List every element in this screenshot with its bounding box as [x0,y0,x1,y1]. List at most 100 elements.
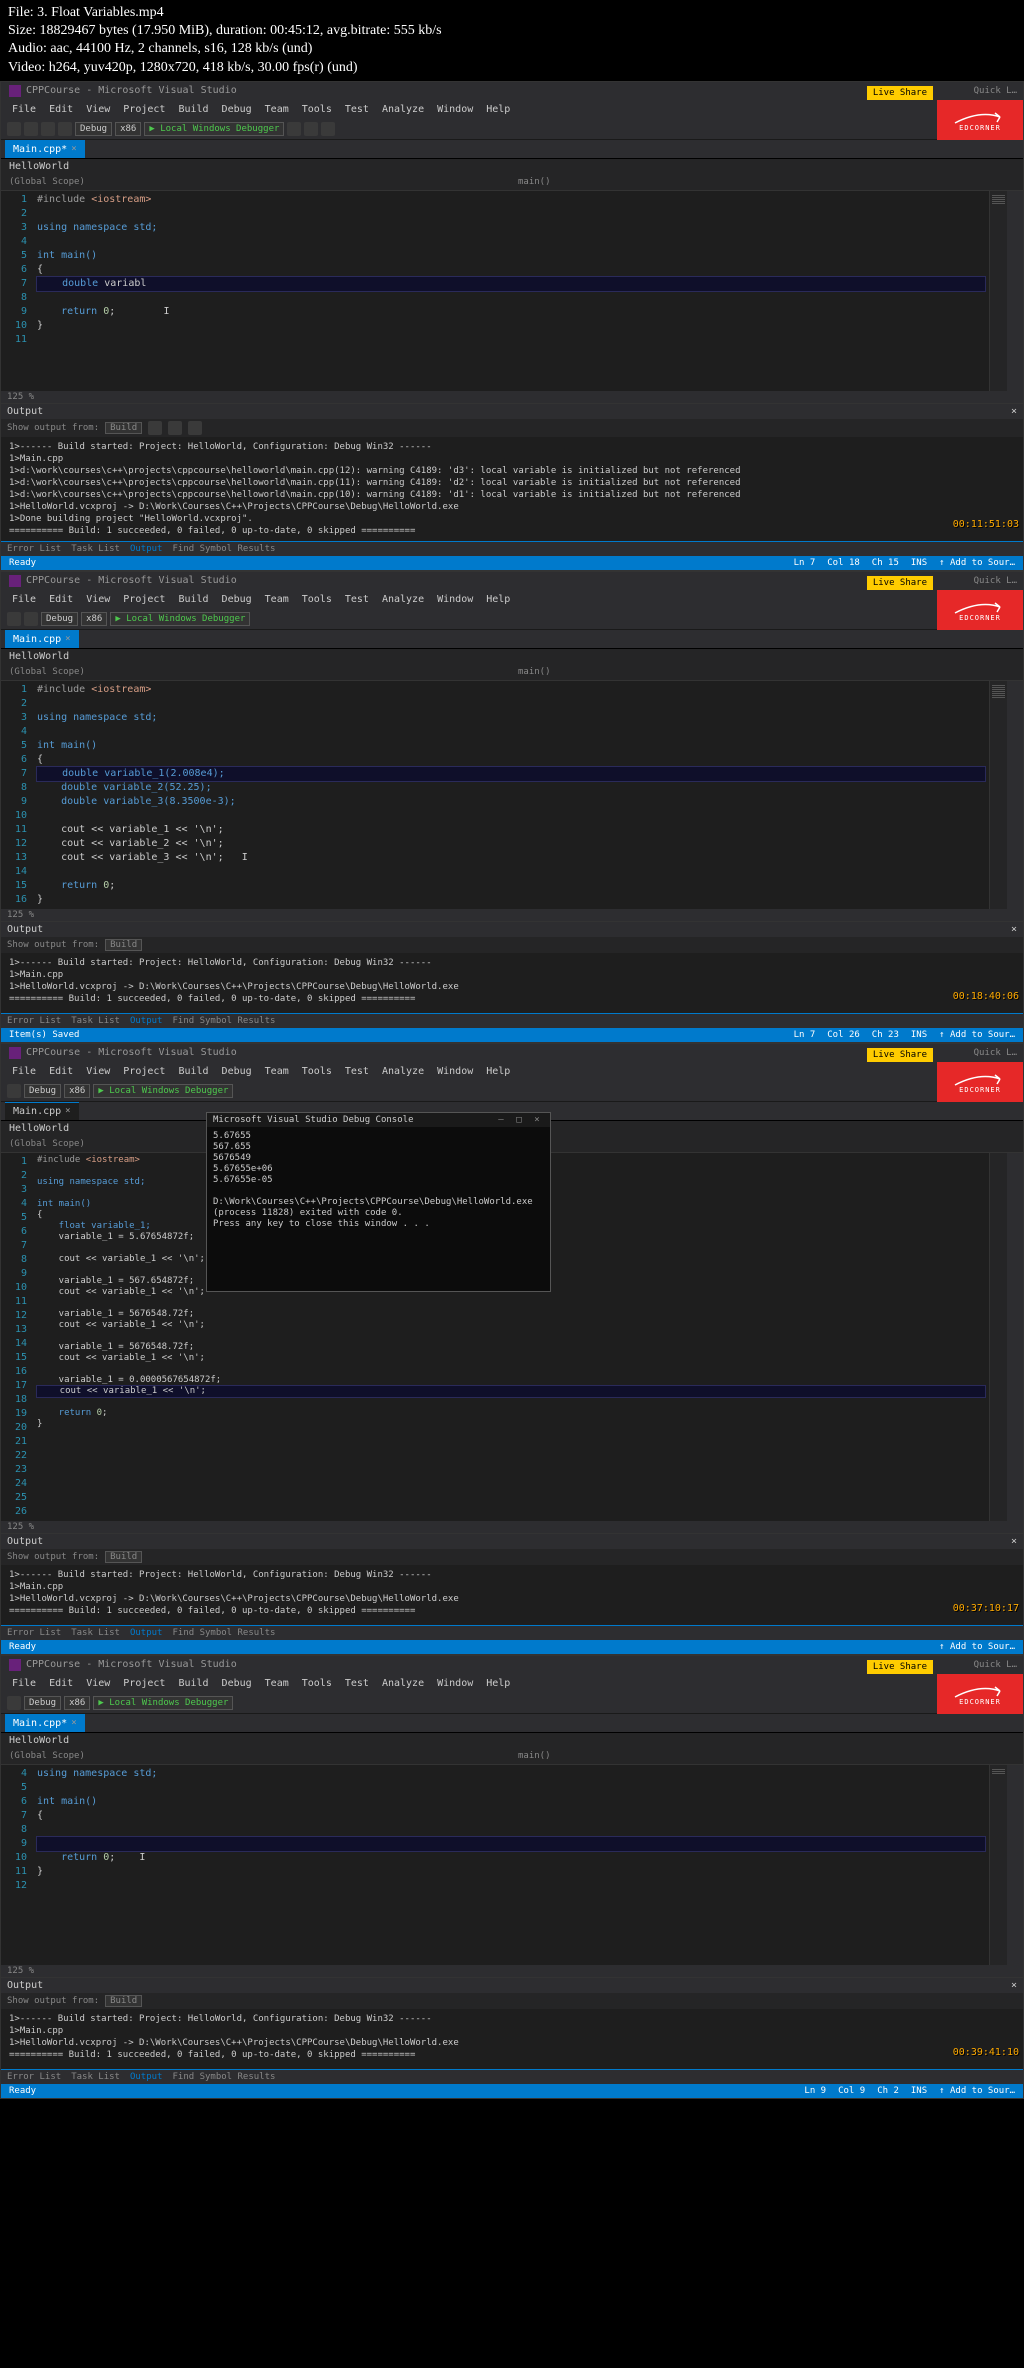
menu-team[interactable]: Team [260,592,294,607]
menu-window[interactable]: Window [432,102,478,117]
scope-global[interactable]: (Global Scope) [3,666,512,678]
menu-team[interactable]: Team [260,1676,294,1691]
minimap[interactable] [989,1765,1007,1965]
menu-build[interactable]: Build [173,1064,213,1079]
output-source-dropdown[interactable]: Build [105,422,142,434]
menu-test[interactable]: Test [340,1676,374,1691]
scope-global[interactable]: (Global Scope) [3,176,512,188]
tab-errorlist[interactable]: Error List [7,1016,61,1026]
debug-console-window[interactable]: Microsoft Visual Studio Debug Console —□… [206,1112,551,1292]
live-share-button[interactable]: Live Share [867,576,933,590]
tab-tasklist[interactable]: Task List [71,2072,120,2082]
menu-window[interactable]: Window [432,1064,478,1079]
menu-analyze[interactable]: Analyze [377,592,429,607]
tab-tasklist[interactable]: Task List [71,544,120,554]
scope-main[interactable]: main() [512,1750,1021,1762]
menu-project[interactable]: Project [118,102,170,117]
quick-launch[interactable]: Quick L… [974,1048,1017,1058]
output-text[interactable]: 1>------ Build started: Project: HelloWo… [1,953,1023,1013]
nav-back-icon[interactable] [7,122,21,136]
file-tab-main[interactable]: Main.cpp× [5,630,79,648]
output-text[interactable]: 1>------ Build started: Project: HelloWo… [1,2009,1023,2069]
menu-file[interactable]: File [7,1676,41,1691]
menu-view[interactable]: View [81,1064,115,1079]
menu-tools[interactable]: Tools [297,102,337,117]
tool-icon[interactable] [321,122,335,136]
status-add[interactable]: ↑ Add to Sour… [939,1030,1015,1040]
tab-errorlist[interactable]: Error List [7,2072,61,2082]
output-source-dropdown[interactable]: Build [105,939,142,951]
save-all-icon[interactable] [58,122,72,136]
tool-icon[interactable] [188,421,202,435]
scope-global[interactable]: (Global Scope) [3,1750,512,1762]
zoom-indicator[interactable]: 125 % [1,1521,1023,1533]
code-area[interactable]: #include <iostream> using namespace std;… [33,191,989,391]
file-tab-main[interactable]: Main.cpp× [5,1102,79,1120]
menu-help[interactable]: Help [481,592,515,607]
menu-edit[interactable]: Edit [44,1064,78,1079]
code-area[interactable]: #include <iostream> using namespace std;… [33,681,989,909]
config-dropdown[interactable]: Debug [24,1696,61,1710]
close-icon[interactable]: × [71,144,76,154]
side-tabs[interactable] [1007,1765,1023,1965]
tool-icon[interactable] [304,122,318,136]
side-tabs[interactable] [1007,681,1023,909]
tab-findsymbol[interactable]: Find Symbol Results [172,1016,275,1026]
file-tab-main[interactable]: Main.cpp*× [5,1714,85,1732]
close-icon[interactable]: × [1011,924,1017,935]
file-tab-main[interactable]: Main.cpp* × [5,140,85,158]
tab-output[interactable]: Output [130,544,163,554]
platform-dropdown[interactable]: x86 [64,1084,90,1098]
tab-tasklist[interactable]: Task List [71,1016,120,1026]
menu-project[interactable]: Project [118,592,170,607]
menu-test[interactable]: Test [340,1064,374,1079]
menu-build[interactable]: Build [173,102,213,117]
menu-window[interactable]: Window [432,592,478,607]
menu-view[interactable]: View [81,592,115,607]
tab-output[interactable]: Output [130,2072,163,2082]
nav-fwd-icon[interactable] [24,122,38,136]
save-icon[interactable] [7,1696,21,1710]
menu-debug[interactable]: Debug [217,1064,257,1079]
start-debug-button[interactable]: ▶ Local Windows Debugger [144,122,284,136]
config-dropdown[interactable]: Debug [41,612,78,626]
menu-analyze[interactable]: Analyze [377,1064,429,1079]
start-debug-button[interactable]: ▶ Local Windows Debugger [110,612,250,626]
menu-team[interactable]: Team [260,102,294,117]
workspace-tab[interactable]: HelloWorld [1,159,1023,174]
tab-findsymbol[interactable]: Find Symbol Results [172,544,275,554]
code-editor[interactable]: 12345678910111213141516 #include <iostre… [1,681,1023,909]
menu-window[interactable]: Window [432,1676,478,1691]
side-tabs[interactable] [1007,1153,1023,1521]
workspace-tab[interactable]: HelloWorld [1,649,1023,664]
save-icon[interactable] [41,122,55,136]
scope-main[interactable]: main() [512,666,1021,678]
menu-project[interactable]: Project [118,1676,170,1691]
live-share-button[interactable]: Live Share [867,86,933,100]
status-add[interactable]: ↑ Add to Sour… [939,1642,1015,1652]
start-debug-button[interactable]: ▶ Local Windows Debugger [93,1084,233,1098]
maximize-icon[interactable]: □ [512,1115,526,1125]
menu-help[interactable]: Help [481,1064,515,1079]
console-output[interactable]: 5.67655 567.655 5676549 5.67655e+06 5.67… [207,1127,550,1234]
menu-tools[interactable]: Tools [297,592,337,607]
tab-tasklist[interactable]: Task List [71,1628,120,1638]
live-share-button[interactable]: Live Share [867,1048,933,1062]
output-text[interactable]: 1>------ Build started: Project: HelloWo… [1,437,1023,541]
tab-findsymbol[interactable]: Find Symbol Results [172,1628,275,1638]
minimize-icon[interactable]: — [494,1115,508,1125]
close-icon[interactable]: × [1011,1536,1017,1547]
workspace-tab[interactable]: HelloWorld [1,1733,1023,1748]
tab-output[interactable]: Output [130,1016,163,1026]
menu-test[interactable]: Test [340,592,374,607]
scope-main[interactable]: main() [512,1138,1021,1150]
menu-file[interactable]: File [7,1064,41,1079]
quick-launch[interactable]: Quick L… [974,576,1017,586]
code-editor[interactable]: 456789101112 using namespace std; int ma… [1,1765,1023,1965]
menu-build[interactable]: Build [173,592,213,607]
save-all-icon[interactable] [24,612,38,626]
menu-file[interactable]: File [7,592,41,607]
menu-debug[interactable]: Debug [217,102,257,117]
menu-debug[interactable]: Debug [217,1676,257,1691]
close-icon[interactable]: × [65,1106,70,1116]
